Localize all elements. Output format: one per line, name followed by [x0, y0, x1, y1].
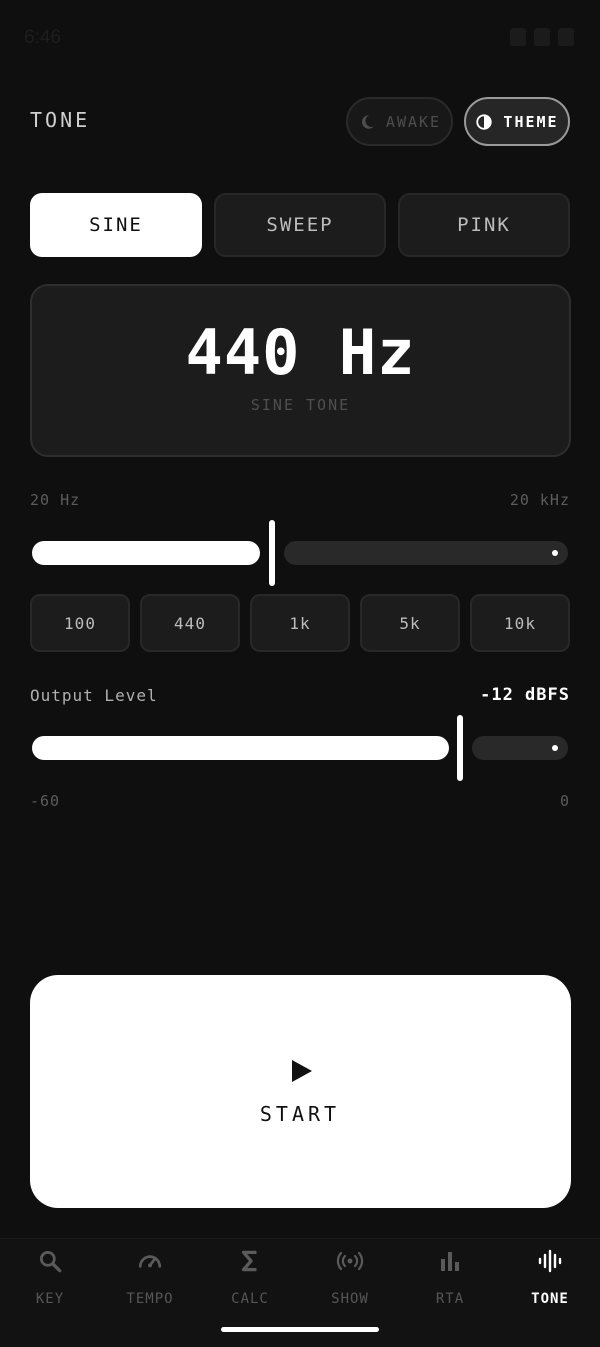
awake-label: AWAKE — [385, 112, 442, 131]
frequency-min-label: 20 Hz — [30, 491, 81, 509]
mode-sine-button[interactable]: SINE — [30, 193, 202, 257]
signal-icon — [534, 28, 550, 46]
search-icon — [0, 1248, 100, 1274]
frequency-track-filled — [32, 541, 260, 565]
moon-icon — [361, 114, 374, 129]
nav-item-key[interactable]: KEY — [0, 1239, 100, 1319]
theme-label: THEME — [503, 112, 559, 131]
mode-pink-button[interactable]: PINK — [398, 193, 570, 257]
awake-toggle[interactable]: AWAKE — [346, 97, 453, 146]
broadcast-icon — [300, 1248, 400, 1274]
play-icon — [292, 1060, 312, 1082]
output-level-label: Output Level — [30, 686, 158, 705]
start-label: START — [259, 1102, 341, 1126]
frequency-max-label: 20 kHz — [509, 491, 570, 509]
contrast-icon — [476, 113, 493, 130]
home-indicator[interactable] — [221, 1327, 379, 1332]
theme-toggle[interactable]: THEME — [464, 97, 570, 146]
output-track-end-dot — [552, 745, 558, 751]
nav-item-calc[interactable]: CALC — [200, 1239, 300, 1319]
preset-1k-button[interactable]: 1k — [250, 594, 350, 652]
bar-chart-icon — [400, 1248, 500, 1274]
preset-5k-button[interactable]: 5k — [360, 594, 460, 652]
output-track-filled — [32, 736, 449, 760]
preset-100-button[interactable]: 100 — [30, 594, 130, 652]
nav-label-tempo: TEMPO — [126, 1291, 174, 1307]
frequency-value: 440 Hz — [185, 316, 416, 389]
page-title: TONE — [30, 108, 91, 132]
status-time: 6:46 — [24, 27, 61, 48]
frequency-track-end-dot — [552, 550, 558, 556]
wifi-icon — [510, 28, 526, 46]
battery-icon — [558, 28, 574, 46]
nav-item-show[interactable]: SHOW — [300, 1239, 400, 1319]
waveform-icon — [500, 1248, 600, 1274]
frequency-display: 440 Hz SINE TONE — [30, 284, 571, 457]
preset-10k-button[interactable]: 10k — [470, 594, 570, 652]
nav-item-tempo[interactable]: TEMPO — [100, 1239, 200, 1319]
preset-440-button[interactable]: 440 — [140, 594, 240, 652]
status-icons — [510, 28, 574, 46]
nav-label-calc: CALC — [231, 1291, 269, 1307]
frequency-slider-thumb[interactable] — [269, 520, 275, 586]
output-max-label: 0 — [559, 792, 570, 810]
frequency-mode-label: SINE TONE — [250, 396, 351, 414]
output-min-label: -60 — [30, 792, 61, 810]
nav-label-rta: RTA — [435, 1291, 465, 1307]
mode-sweep-button[interactable]: SWEEP — [214, 193, 386, 257]
output-slider-thumb[interactable] — [457, 715, 463, 781]
frequency-track-remaining — [284, 541, 568, 565]
nav-label-show: SHOW — [331, 1291, 369, 1307]
nav-item-rta[interactable]: RTA — [400, 1239, 500, 1319]
sigma-icon — [200, 1248, 300, 1274]
nav-label-key: KEY — [35, 1291, 65, 1307]
output-level-value: -12 dBFS — [480, 685, 570, 705]
nav-item-tone[interactable]: TONE — [500, 1239, 600, 1319]
gauge-icon — [100, 1248, 200, 1274]
nav-label-tone: TONE — [531, 1291, 569, 1307]
start-button[interactable] — [30, 975, 571, 1208]
status-bar: 6:46 — [0, 0, 600, 80]
